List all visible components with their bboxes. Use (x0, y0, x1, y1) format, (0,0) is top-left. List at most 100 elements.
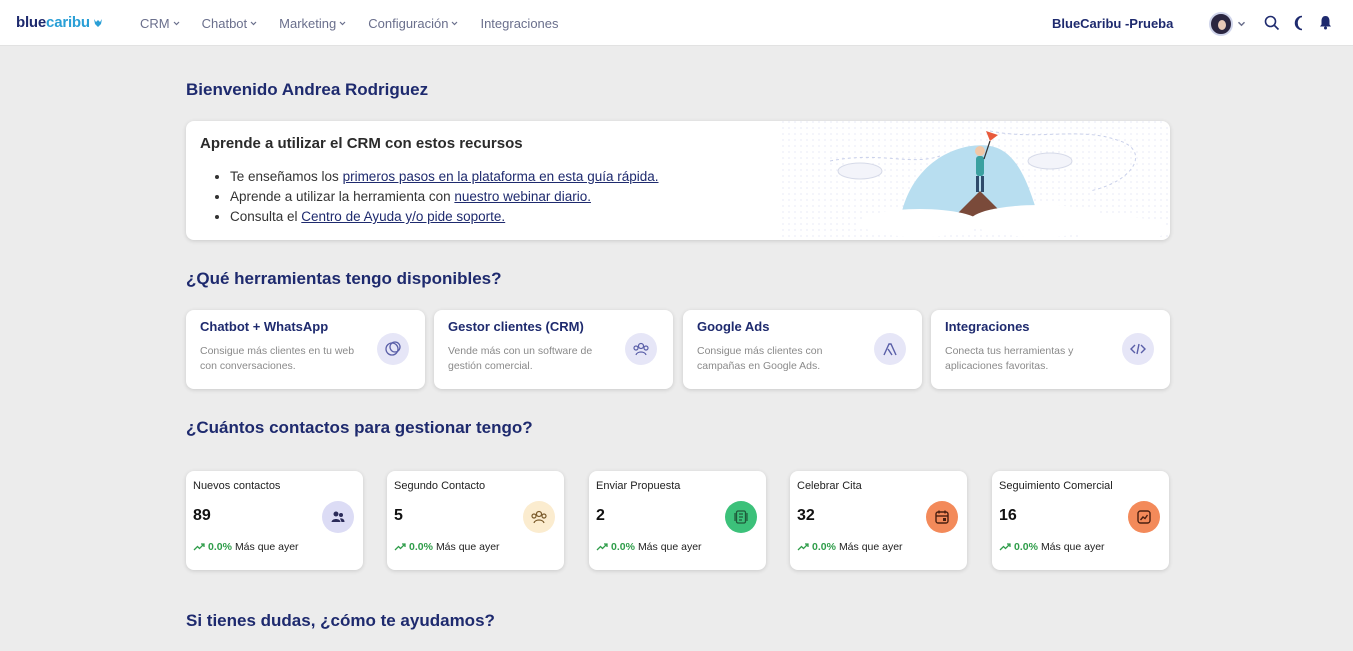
stat-value: 89 (193, 507, 211, 524)
resources-title: Aprende a utilizar el CRM con estos recu… (200, 135, 523, 152)
avatar (1209, 12, 1233, 36)
stat-pct: 0.0% (208, 541, 232, 553)
tool-desc: Consigue más clientes con campañas en Go… (697, 345, 823, 372)
list-item: Aprende a utilizar la herramienta con nu… (230, 187, 659, 207)
stat-value: 2 (596, 507, 605, 524)
tool-card-crm[interactable]: Gestor clientes (CRM) Vende más con un s… (434, 310, 673, 389)
stat-value: 5 (394, 507, 403, 524)
trend-up-icon (193, 543, 205, 551)
main-nav: CRM Chatbot Marketing Configuración Inte… (140, 16, 581, 31)
stat-card-cita[interactable]: Celebrar Cita 32 0.0% Más que ayer (790, 471, 967, 570)
contacts-heading: ¿Cuántos contactos para gestionar tengo? (186, 418, 533, 437)
resource-text: Te enseñamos los (230, 169, 343, 184)
stat-trend: 0.0% Más que ayer (797, 541, 903, 553)
stat-suffix: Más que ayer (435, 541, 500, 553)
trend-up-icon (797, 543, 809, 551)
brand-logo-part2: caribu (46, 14, 90, 31)
google-ads-icon (874, 333, 906, 365)
resource-text: Aprende a utilizar la herramienta con (230, 189, 455, 204)
tool-desc: Vende más con un software de gestión com… (448, 345, 593, 372)
chart-icon (1128, 501, 1160, 533)
nav-crm[interactable]: CRM (140, 16, 180, 31)
nav-configuracion[interactable]: Configuración (368, 16, 458, 31)
stat-label: Segundo Contacto (394, 480, 486, 492)
stat-card-segundo[interactable]: Segundo Contacto 5 0.0% Más que ayer (387, 471, 564, 570)
chevron-down-icon (452, 21, 458, 26)
stat-pct: 0.0% (812, 541, 836, 553)
stat-label: Enviar Propuesta (596, 480, 681, 492)
stat-label: Nuevos contactos (193, 480, 281, 492)
nav-integraciones[interactable]: Integraciones (480, 16, 558, 31)
tool-card-google-ads[interactable]: Google Ads Consigue más clientes con cam… (683, 310, 922, 389)
nav-chatbot-label: Chatbot (201, 16, 248, 31)
chevron-down-icon (339, 21, 346, 26)
stat-pct: 0.0% (611, 541, 635, 553)
stat-pct: 0.0% (1014, 541, 1038, 553)
chevron-down-icon (1237, 21, 1246, 27)
stat-pct: 0.0% (409, 541, 433, 553)
stat-suffix: Más que ayer (838, 541, 903, 553)
resources-card: Aprende a utilizar el CRM con estos recu… (186, 121, 1170, 240)
chevron-down-icon (173, 21, 180, 26)
brand-logo[interactable]: blue caribu (16, 14, 104, 31)
nav-chatbot[interactable]: Chatbot (202, 16, 258, 31)
chevron-down-icon (250, 21, 257, 26)
trend-up-icon (999, 543, 1011, 551)
list-item: Consulta el Centro de Ayuda y/o pide sop… (230, 207, 659, 227)
top-navbar: blue caribu CRM Chatbot Marketing Configu… (0, 0, 1353, 46)
webinar-link[interactable]: nuestro webinar diario. (454, 189, 591, 204)
stat-label: Celebrar Cita (797, 480, 862, 492)
users-icon (625, 333, 657, 365)
stat-suffix: Más que ayer (234, 541, 299, 553)
list-item: Te enseñamos los primeros pasos en la pl… (230, 167, 659, 187)
brand-logo-part1: blue (16, 14, 47, 31)
stat-trend: 0.0% Más que ayer (596, 541, 702, 553)
stat-label: Seguimiento Comercial (999, 480, 1113, 492)
mountain-climber-illustration (780, 121, 1170, 240)
users-icon (523, 501, 555, 533)
tool-card-integraciones[interactable]: Integraciones Conecta tus herramientas y… (931, 310, 1170, 389)
tool-title: Gestor clientes (CRM) (448, 319, 584, 334)
stat-trend: 0.0% Más que ayer (193, 541, 299, 553)
trend-up-icon (394, 543, 406, 551)
tool-title: Integraciones (945, 319, 1030, 334)
stat-card-seguimiento[interactable]: Seguimiento Comercial 16 0.0% Más que aye… (992, 471, 1169, 570)
stat-card-propuesta[interactable]: Enviar Propuesta 2 0.0% Más que ayer (589, 471, 766, 570)
nav-crm-label: CRM (140, 16, 170, 31)
resources-list: Te enseñamos los primeros pasos en la pl… (230, 167, 659, 227)
stat-suffix: Más que ayer (1040, 541, 1105, 553)
quick-guide-link[interactable]: primeros pasos en la plataforma en esta … (343, 169, 659, 184)
stat-trend: 0.0% Más que ayer (999, 541, 1105, 553)
help-center-link[interactable]: Centro de Ayuda y/o pide soporte. (301, 209, 505, 224)
stat-card-nuevos[interactable]: Nuevos contactos 89 0.0% Más que ayer (186, 471, 363, 570)
user-menu[interactable] (1209, 12, 1246, 36)
moon-icon[interactable] (1292, 15, 1306, 31)
stat-trend: 0.0% Más que ayer (394, 541, 500, 553)
account-name[interactable]: BlueCaribu -Prueba (1052, 16, 1173, 31)
resource-text: Consulta el (230, 209, 302, 224)
trend-up-icon (596, 543, 608, 551)
tools-heading: ¿Qué herramientas tengo disponibles? (186, 269, 502, 288)
tool-card-chatbot[interactable]: Chatbot + WhatsApp Consigue más clientes… (186, 310, 425, 389)
tool-desc: Conecta tus herramientas y aplicaciones … (945, 345, 1074, 372)
stat-value: 32 (797, 507, 815, 524)
nav-marketing[interactable]: Marketing (279, 16, 346, 31)
code-icon (1122, 333, 1154, 365)
tool-title: Google Ads (697, 319, 770, 334)
welcome-heading: Bienvenido Andrea Rodriguez (186, 80, 429, 99)
tool-title: Chatbot + WhatsApp (200, 319, 329, 334)
nav-configuracion-label: Configuración (368, 16, 449, 31)
caribou-icon (93, 18, 102, 27)
calendar-icon (926, 501, 958, 533)
tool-desc: Consigue más clientes en tu web con conv… (200, 345, 355, 372)
users-icon (322, 501, 354, 533)
search-icon[interactable] (1264, 15, 1280, 31)
document-icon (725, 501, 757, 533)
stat-value: 16 (999, 507, 1017, 524)
help-heading: Si tienes dudas, ¿cómo te ayudamos? (186, 611, 495, 630)
nav-integraciones-label: Integraciones (480, 16, 559, 31)
nav-marketing-label: Marketing (279, 16, 337, 31)
stat-suffix: Más que ayer (637, 541, 702, 553)
chat-icon (377, 333, 409, 365)
bell-icon[interactable] (1319, 15, 1332, 30)
